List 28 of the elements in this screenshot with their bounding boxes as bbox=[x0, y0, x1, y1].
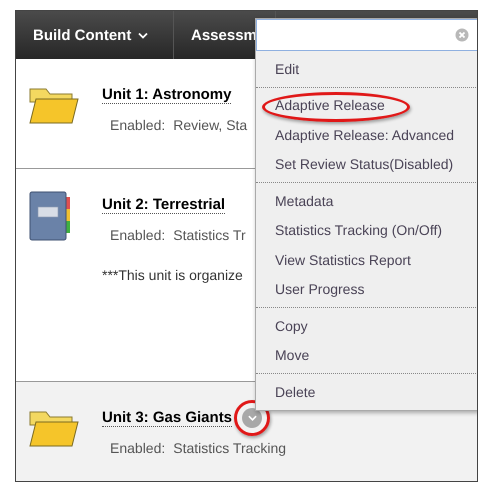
menu-item[interactable]: Adaptive Release: Advanced bbox=[275, 126, 454, 143]
chevron-icon bbox=[138, 32, 148, 38]
toolbar-tab[interactable]: Build Content bbox=[16, 11, 174, 59]
menu-item[interactable]: Move bbox=[275, 347, 310, 364]
options-button[interactable] bbox=[242, 408, 262, 428]
enabled-value: Review, Sta bbox=[173, 117, 248, 133]
enabled-value: Statistics Tr bbox=[173, 227, 246, 243]
enabled-label: Enabled: bbox=[110, 227, 166, 243]
menu-item[interactable]: User Progress bbox=[275, 281, 364, 298]
menu-item[interactable]: Set Review Status(Disabled) bbox=[275, 156, 454, 172]
enabled-label: Enabled: bbox=[110, 440, 166, 456]
enabled-label: Enabled: bbox=[110, 117, 166, 133]
notebook-icon bbox=[28, 191, 72, 241]
unit-description: ***This unit is organize bbox=[102, 267, 244, 283]
clear-icon[interactable] bbox=[455, 28, 469, 42]
menu-item[interactable]: Adaptive Release bbox=[275, 97, 385, 114]
unit-title[interactable]: Unit 1: Astronomy bbox=[102, 86, 232, 104]
menu-item[interactable]: Statistics Tracking (On/Off) bbox=[275, 222, 442, 238]
menu-item[interactable]: Edit bbox=[275, 60, 300, 77]
enabled-value: Statistics Tracking bbox=[173, 440, 286, 456]
menu-item[interactable]: Metadata bbox=[275, 192, 334, 209]
unit-title[interactable]: Unit 3: Gas Giants bbox=[102, 409, 232, 427]
chevron-icon bbox=[248, 415, 257, 421]
menu-item[interactable]: View Statistics Report bbox=[275, 252, 411, 268]
unit-title[interactable]: Unit 2: Terrestrial bbox=[102, 196, 226, 214]
menu-item[interactable]: Copy bbox=[275, 318, 308, 334]
menu-search-field[interactable] bbox=[256, 19, 477, 51]
menu-item[interactable]: Delete bbox=[275, 384, 316, 400]
